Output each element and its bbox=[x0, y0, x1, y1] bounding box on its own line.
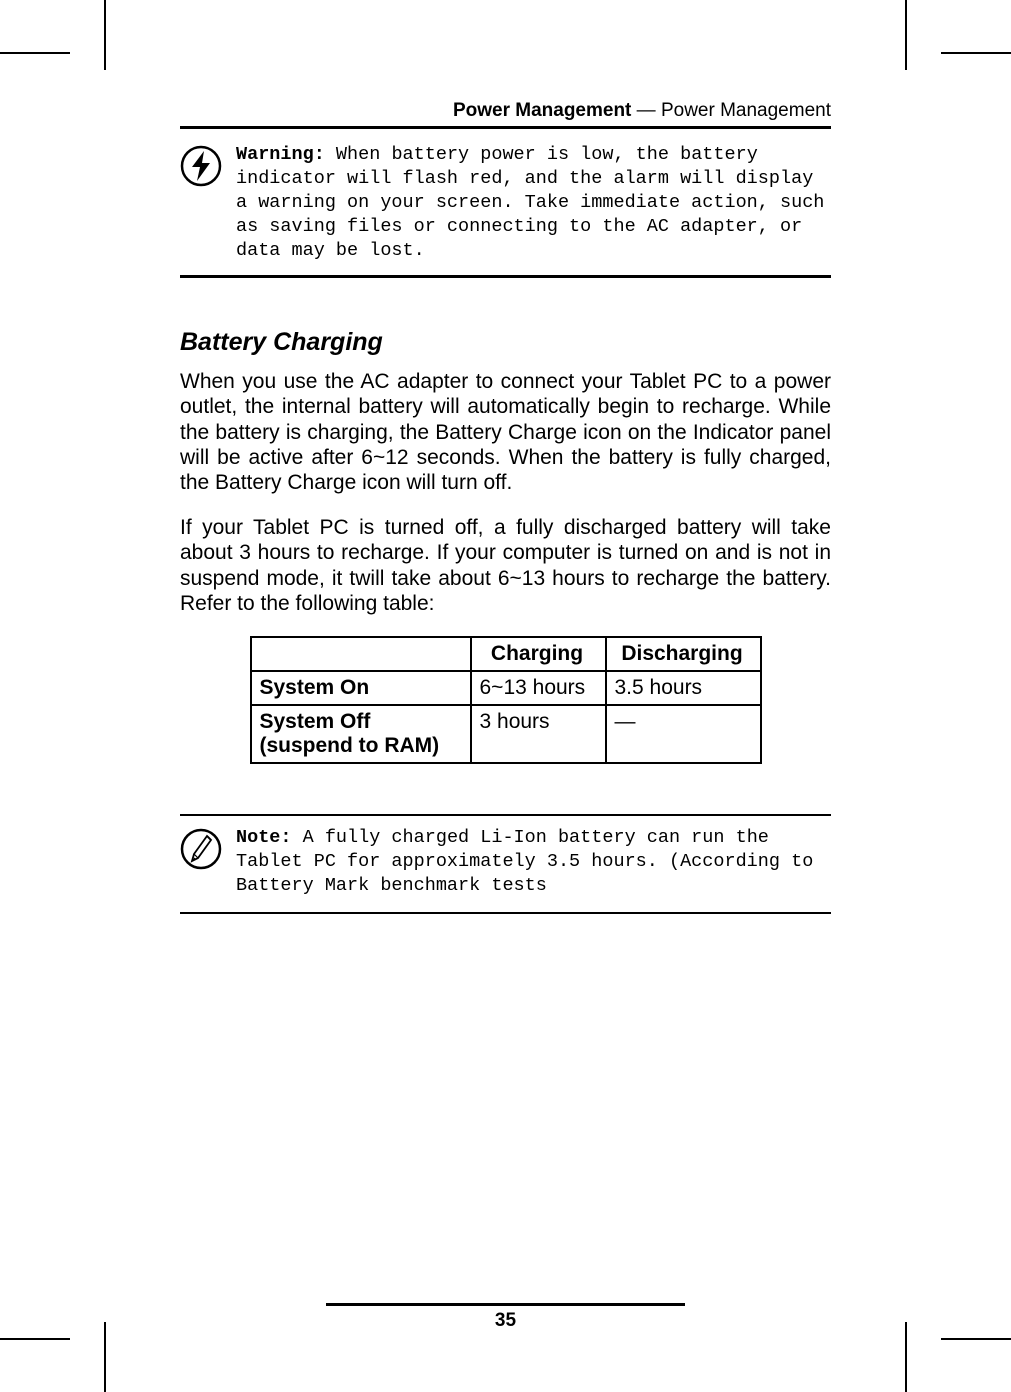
charging-table-wrap: Charging Discharging System On 6~13 hour… bbox=[180, 636, 831, 764]
page-number: 35 bbox=[180, 1310, 831, 1332]
table-row: System Off (suspend to RAM) 3 hours — bbox=[251, 705, 761, 763]
pen-icon bbox=[180, 828, 222, 875]
warning-text: Warning: When battery power is low, the … bbox=[236, 143, 831, 263]
warning-body: When battery power is low, the battery i… bbox=[236, 144, 824, 261]
col-charging: Charging bbox=[471, 637, 606, 671]
lightning-icon bbox=[180, 145, 222, 192]
row-off-line2: (suspend to RAM) bbox=[260, 734, 440, 757]
warning-callout: Warning: When battery power is low, the … bbox=[180, 143, 831, 278]
note-label: Note: bbox=[236, 827, 292, 848]
header-rest: Power Management bbox=[661, 100, 831, 121]
table-corner bbox=[251, 637, 471, 671]
cell-off-charging: 3 hours bbox=[471, 705, 606, 763]
paragraph-2: If your Tablet PC is turned off, a fully… bbox=[180, 515, 831, 616]
cell-on-charging: 6~13 hours bbox=[471, 671, 606, 705]
row-off-line1: System Off bbox=[260, 710, 371, 733]
page-frame: Power Management — Power Management Warn… bbox=[100, 20, 911, 1372]
header-bold: Power Management bbox=[453, 100, 631, 121]
running-header: Power Management — Power Management bbox=[180, 100, 831, 129]
cell-on-discharging: 3.5 hours bbox=[606, 671, 761, 705]
content-area: Power Management — Power Management Warn… bbox=[100, 20, 911, 954]
section-title: Battery Charging bbox=[180, 328, 831, 357]
note-text: Note: A fully charged Li-Ion battery can… bbox=[236, 826, 831, 898]
col-discharging: Discharging bbox=[606, 637, 761, 671]
charging-table: Charging Discharging System On 6~13 hour… bbox=[250, 636, 762, 764]
row-system-on: System On bbox=[251, 671, 471, 705]
page-footer: 35 bbox=[180, 1303, 831, 1332]
warning-label: Warning: bbox=[236, 144, 325, 165]
cell-off-discharging: — bbox=[606, 705, 761, 763]
table-row: System On 6~13 hours 3.5 hours bbox=[251, 671, 761, 705]
paragraph-1: When you use the AC adapter to connect y… bbox=[180, 369, 831, 495]
note-callout: Note: A fully charged Li-Ion battery can… bbox=[180, 814, 831, 914]
row-system-off: System Off (suspend to RAM) bbox=[251, 705, 471, 763]
header-sep: — bbox=[631, 100, 661, 121]
footer-rule bbox=[326, 1303, 684, 1306]
note-body: A fully charged Li-Ion battery can run t… bbox=[236, 827, 813, 896]
